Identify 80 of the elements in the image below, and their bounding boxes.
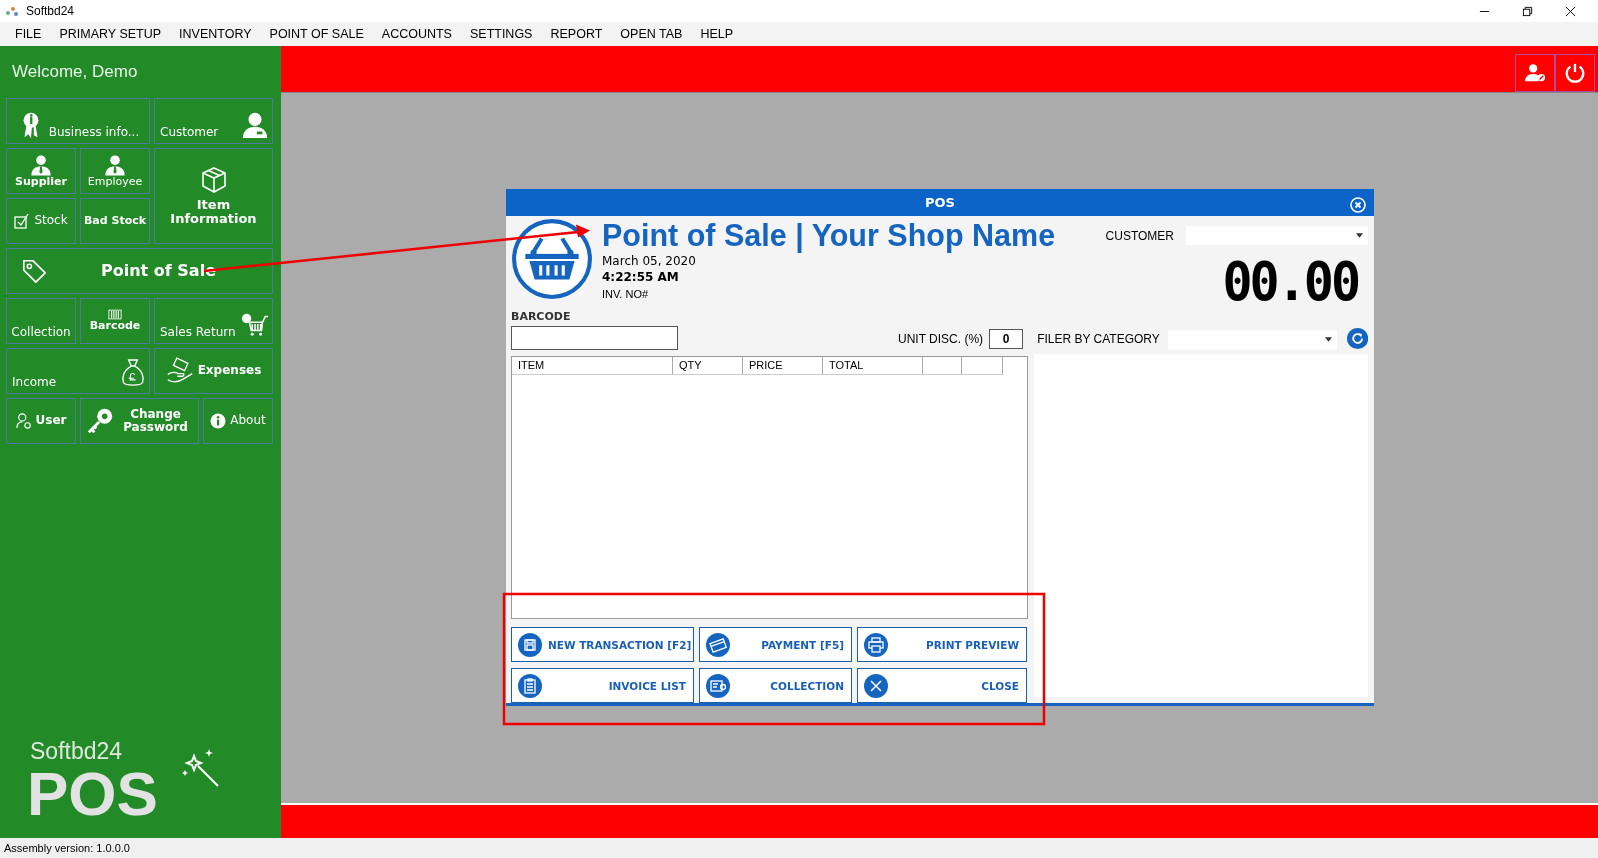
- user-gear-icon: [15, 413, 32, 429]
- action-button[interactable]: INVOICE LIST: [511, 668, 694, 703]
- sidebar-tile[interactable]: Business info...: [6, 98, 150, 144]
- refresh-icon[interactable]: [1346, 327, 1368, 350]
- sidebar-tile[interactable]: About: [203, 398, 273, 444]
- product-name: POS: [27, 765, 158, 824]
- barcode-input-field[interactable]: [511, 326, 678, 350]
- sidebar-tile[interactable]: Item Information: [154, 148, 273, 244]
- sidebar-tile[interactable]: Bad Stock: [80, 198, 150, 244]
- sidebar-tile[interactable]: Barcode: [80, 298, 150, 344]
- sidebar-tile[interactable]: Expenses: [154, 348, 273, 394]
- person-icon: [241, 111, 269, 139]
- floppy-icon: [518, 632, 542, 657]
- column-header: PRICE: [743, 357, 823, 374]
- sidebar-tile[interactable]: Customer: [154, 98, 273, 144]
- menu-item[interactable]: POINT OF SALE: [260, 27, 373, 41]
- close-icon[interactable]: [1565, 5, 1576, 17]
- menu-item[interactable]: HELP: [691, 27, 743, 41]
- action-button[interactable]: PAYMENT [F5]: [699, 627, 852, 662]
- basket-icon: [511, 218, 593, 300]
- user-edit-button[interactable]: [1515, 54, 1555, 92]
- restore-icon[interactable]: [1522, 5, 1533, 17]
- dropdown-caret-icon: [1356, 233, 1363, 238]
- receipt-icon: [706, 673, 730, 698]
- person-icon: [103, 153, 127, 176]
- invoice-number-label: INV. NO#: [602, 288, 650, 300]
- sidebar-tile[interactable]: Employee: [80, 148, 150, 194]
- power-button[interactable]: [1555, 54, 1595, 92]
- key-icon: [86, 407, 114, 435]
- barcode-icon: [108, 309, 122, 321]
- box-icon: [199, 165, 228, 194]
- user-edit-icon: [1524, 62, 1546, 84]
- action-button[interactable]: NEW TRANSACTION [F2]: [511, 627, 694, 662]
- menu-item[interactable]: ACCOUNTS: [372, 27, 461, 41]
- printer-icon: [864, 632, 888, 657]
- action-button[interactable]: PRINT PREVIEW: [857, 627, 1027, 662]
- close-icon: [864, 673, 888, 698]
- menu-item[interactable]: OPEN TAB: [611, 27, 692, 41]
- hand-money-icon: [165, 357, 194, 385]
- welcome-text: Welcome, Demo: [11, 61, 139, 83]
- menu-item[interactable]: FILE: [6, 27, 51, 41]
- sidebar-tile[interactable]: Stock: [6, 198, 76, 244]
- menu-item[interactable]: PRIMARY SETUP: [50, 27, 171, 41]
- brand-name: Softbd24: [29, 738, 124, 766]
- column-header: QTY: [673, 357, 743, 374]
- sidebar-tile[interactable]: Sales Return: [154, 298, 273, 344]
- dropdown-caret-icon: [1324, 337, 1332, 342]
- clipboard-icon: [518, 673, 542, 698]
- time-text: 4:22:55 AM: [602, 270, 680, 284]
- checkbox-icon: [14, 213, 31, 229]
- column-header: ITEM: [512, 357, 673, 374]
- menu-item[interactable]: INVENTORY: [170, 27, 261, 41]
- power-icon: [1564, 62, 1586, 84]
- info-icon: [210, 413, 227, 429]
- unit-discount-label: UNIT DISC. (%): [898, 332, 984, 346]
- sidebar-tile[interactable]: User: [6, 398, 76, 444]
- total-amount: 00.00: [1222, 255, 1358, 309]
- unit-discount-field[interactable]: 0: [989, 329, 1024, 349]
- menu-item[interactable]: SETTINGS: [460, 27, 542, 41]
- customer-label: CUSTOMER: [1105, 228, 1174, 243]
- money-bag-icon: [120, 357, 146, 389]
- action-button[interactable]: COLLECTION: [699, 668, 852, 703]
- barcode-label: BARCODE: [511, 310, 572, 323]
- sidebar-tile[interactable]: Change Password: [80, 398, 199, 444]
- window-title: Softbd24: [26, 4, 75, 18]
- column-header: TOTAL: [823, 357, 923, 374]
- sidebar-tile[interactable]: Collection: [6, 298, 76, 344]
- category-filter-label: FILER BY CATEGORY: [1037, 332, 1160, 346]
- card-icon: [706, 632, 730, 657]
- person-icon: [29, 153, 53, 176]
- sidebar-tile[interactable]: Income: [6, 348, 150, 394]
- menu-item[interactable]: REPORT: [541, 27, 612, 41]
- pos-heading: Point of Sale | Your Shop Name: [602, 217, 1056, 254]
- action-button[interactable]: CLOSE: [857, 668, 1027, 703]
- date-text: March 05, 2020: [602, 254, 697, 268]
- pos-window-title: POS: [925, 195, 955, 210]
- tag-icon: [21, 258, 47, 284]
- sidebar-tile[interactable]: Supplier: [6, 148, 76, 194]
- assembly-version-text: Assembly version: 1.0.0.0: [4, 842, 130, 854]
- cart-icon: [241, 311, 269, 339]
